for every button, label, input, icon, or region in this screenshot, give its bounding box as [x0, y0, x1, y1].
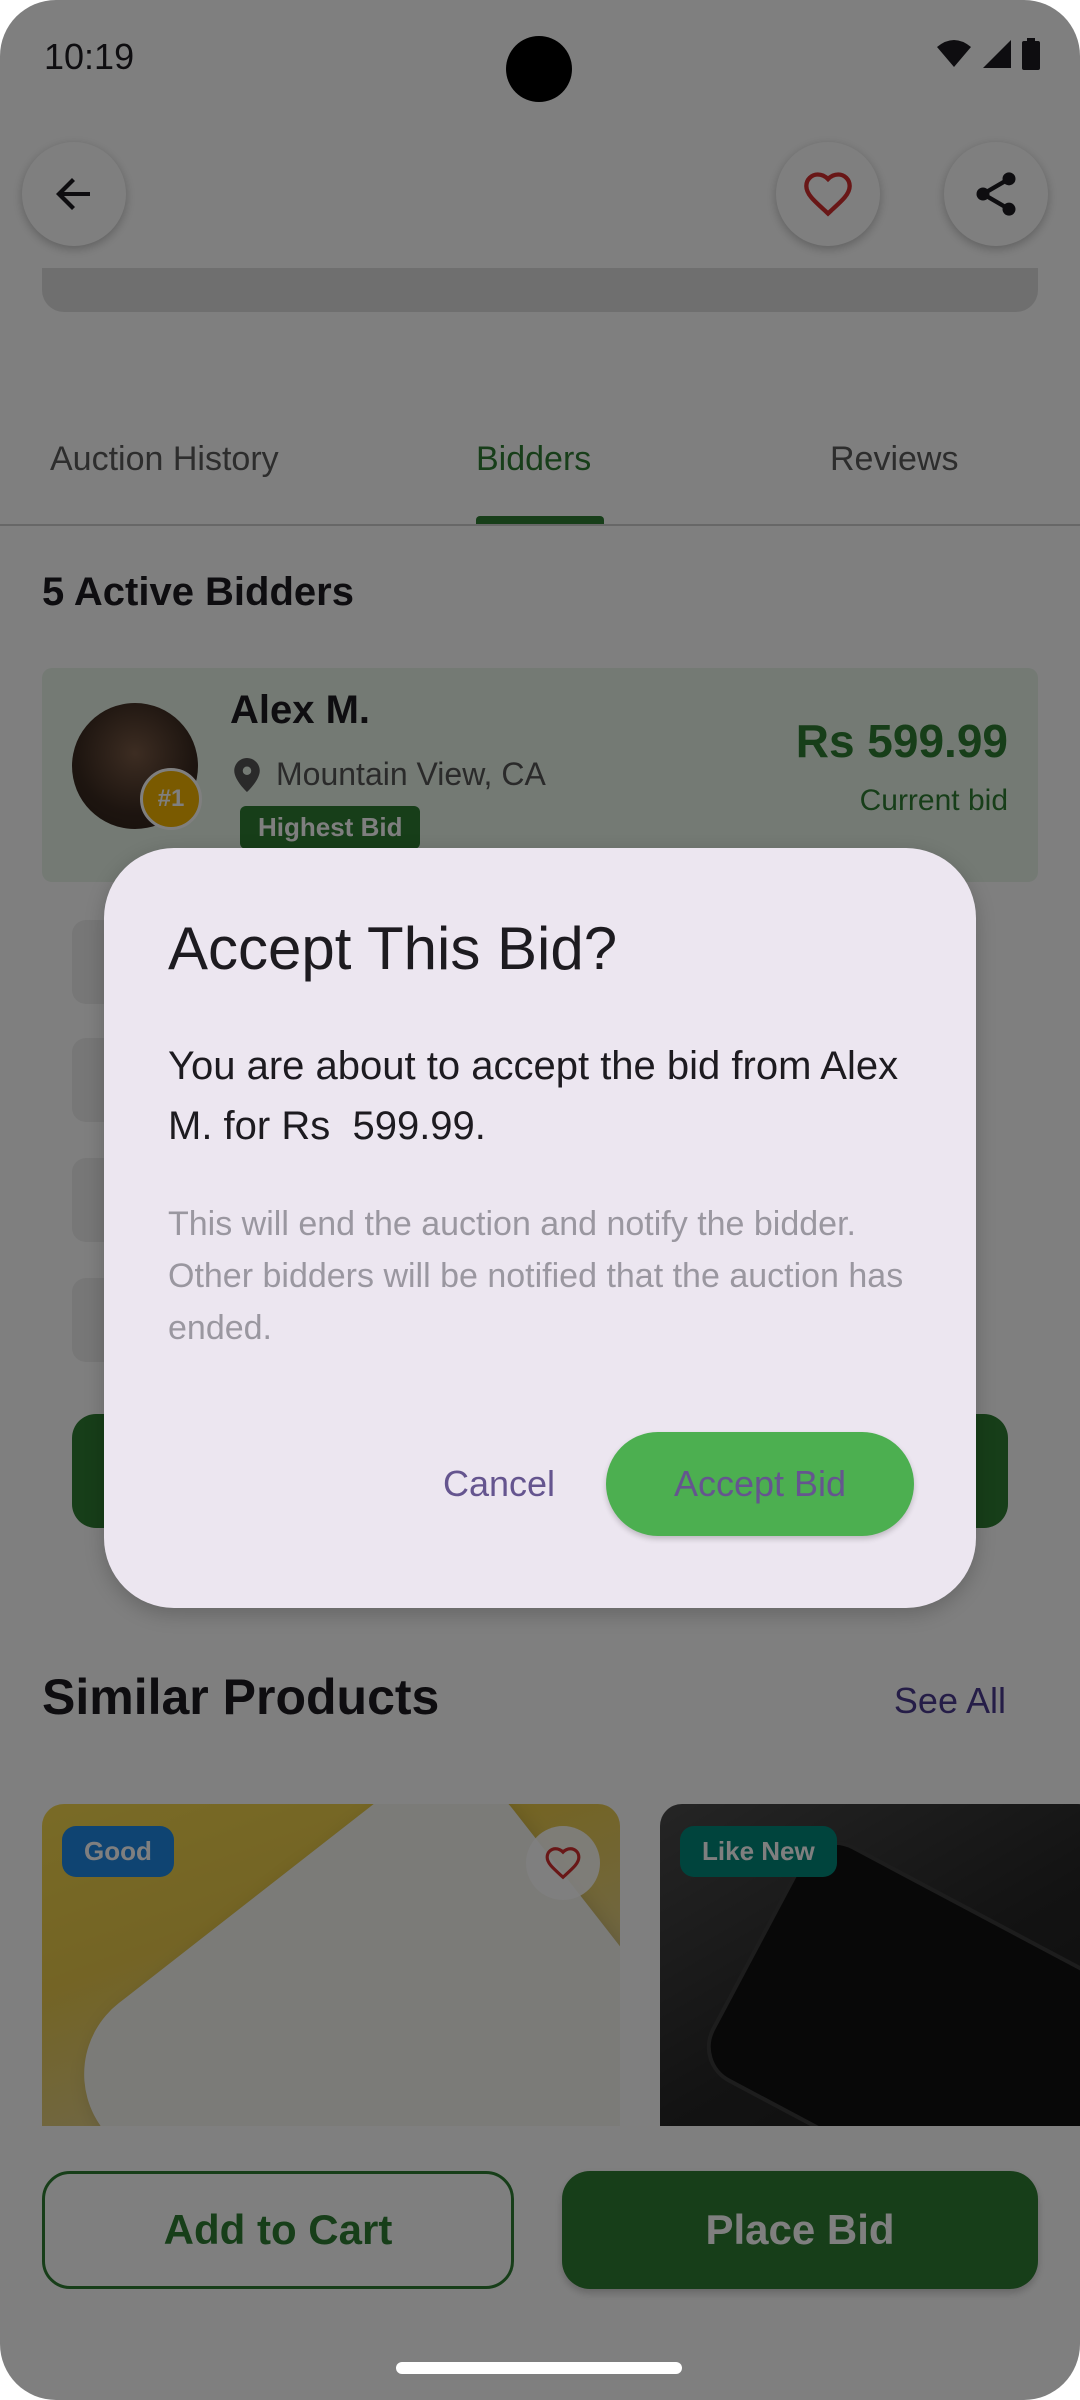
cancel-button[interactable]: Cancel — [414, 1432, 584, 1536]
accept-bid-button[interactable]: Accept Bid — [606, 1432, 914, 1536]
accept-bid-dialog: Accept This Bid? You are about to accept… — [104, 848, 976, 1608]
dialog-body: You are about to accept the bid from Ale… — [168, 1044, 910, 1148]
home-indicator[interactable] — [396, 2362, 682, 2374]
dialog-title: Accept This Bid? — [168, 915, 618, 982]
dialog-note: This will end the auction and notify the… — [168, 1205, 904, 1347]
screen: 10:19 Auction History Bidders Reviews 5 … — [0, 0, 1080, 2400]
